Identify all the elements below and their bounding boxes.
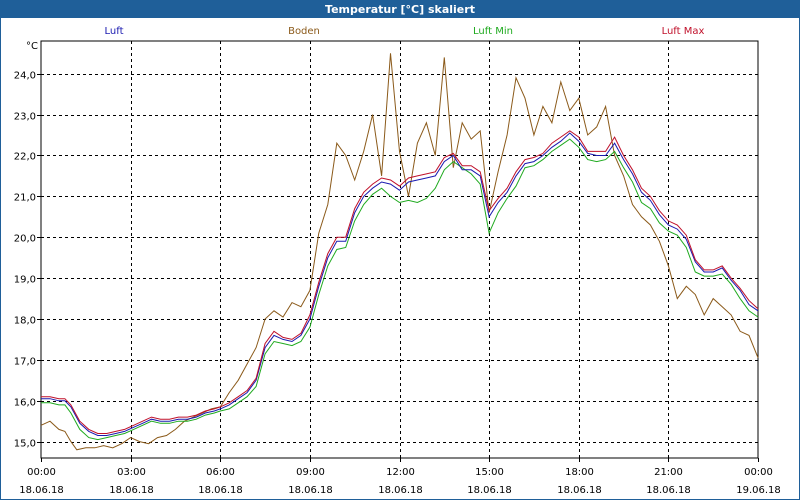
x-tick-time: 12:00 [386,467,415,478]
y-tick-label: 22,0 [14,152,36,163]
chart-window: Temperatur [°C] skaliert 15,0 16,0 17,0 18,… [0,0,800,500]
x-tick-time: 06:00 [206,467,235,478]
x-tick-date: 18.06.18 [198,485,243,496]
legend-item: Boden [288,26,320,37]
x-tick-time: 00:00 [744,467,773,478]
legend: Luft Boden Luft Min Luft Max [105,26,705,37]
x-tick-date: 18.06.18 [109,485,154,496]
x-tick-date: 18.06.18 [378,485,423,496]
y-axis-unit: °C [26,41,38,52]
y-tick-label: 16,0 [14,398,36,409]
x-tick-date: 18.06.18 [646,485,691,496]
legend-item: Luft Max [662,26,705,37]
y-tick-label: 15,0 [14,439,36,450]
x-tick-time: 09:00 [296,467,325,478]
y-tick-label: 24,0 [14,71,36,82]
y-tick-label: 20,0 [14,234,36,245]
x-tick-date: 18.06.18 [557,485,602,496]
x-tick-time: 00:00 [27,467,56,478]
y-tick-label: 19,0 [14,275,36,286]
y-tick-label: 17,0 [14,357,36,368]
x-tick-time: 15:00 [475,467,504,478]
x-tick-date: 18.06.18 [467,485,512,496]
x-tick-date: 18.06.18 [19,485,64,496]
y-tick-label: 21,0 [14,193,36,204]
temperature-chart: 15,0 16,0 17,0 18,0 19,0 20,0 21,0 22,0 23,0 24,0… [14,26,781,496]
x-tick-time: 03:00 [117,467,146,478]
plot-area [40,40,759,459]
legend-item: Luft Min [473,26,513,37]
x-tick-date: 19.06.18 [736,485,781,496]
x-tick-date: 18.06.18 [288,485,333,496]
x-tick-time: 21:00 [654,467,683,478]
y-tick-label: 18,0 [14,316,36,327]
x-tick-time: 18:00 [565,467,594,478]
y-tick-label: 23,0 [14,112,36,123]
legend-item: Luft [105,26,124,37]
